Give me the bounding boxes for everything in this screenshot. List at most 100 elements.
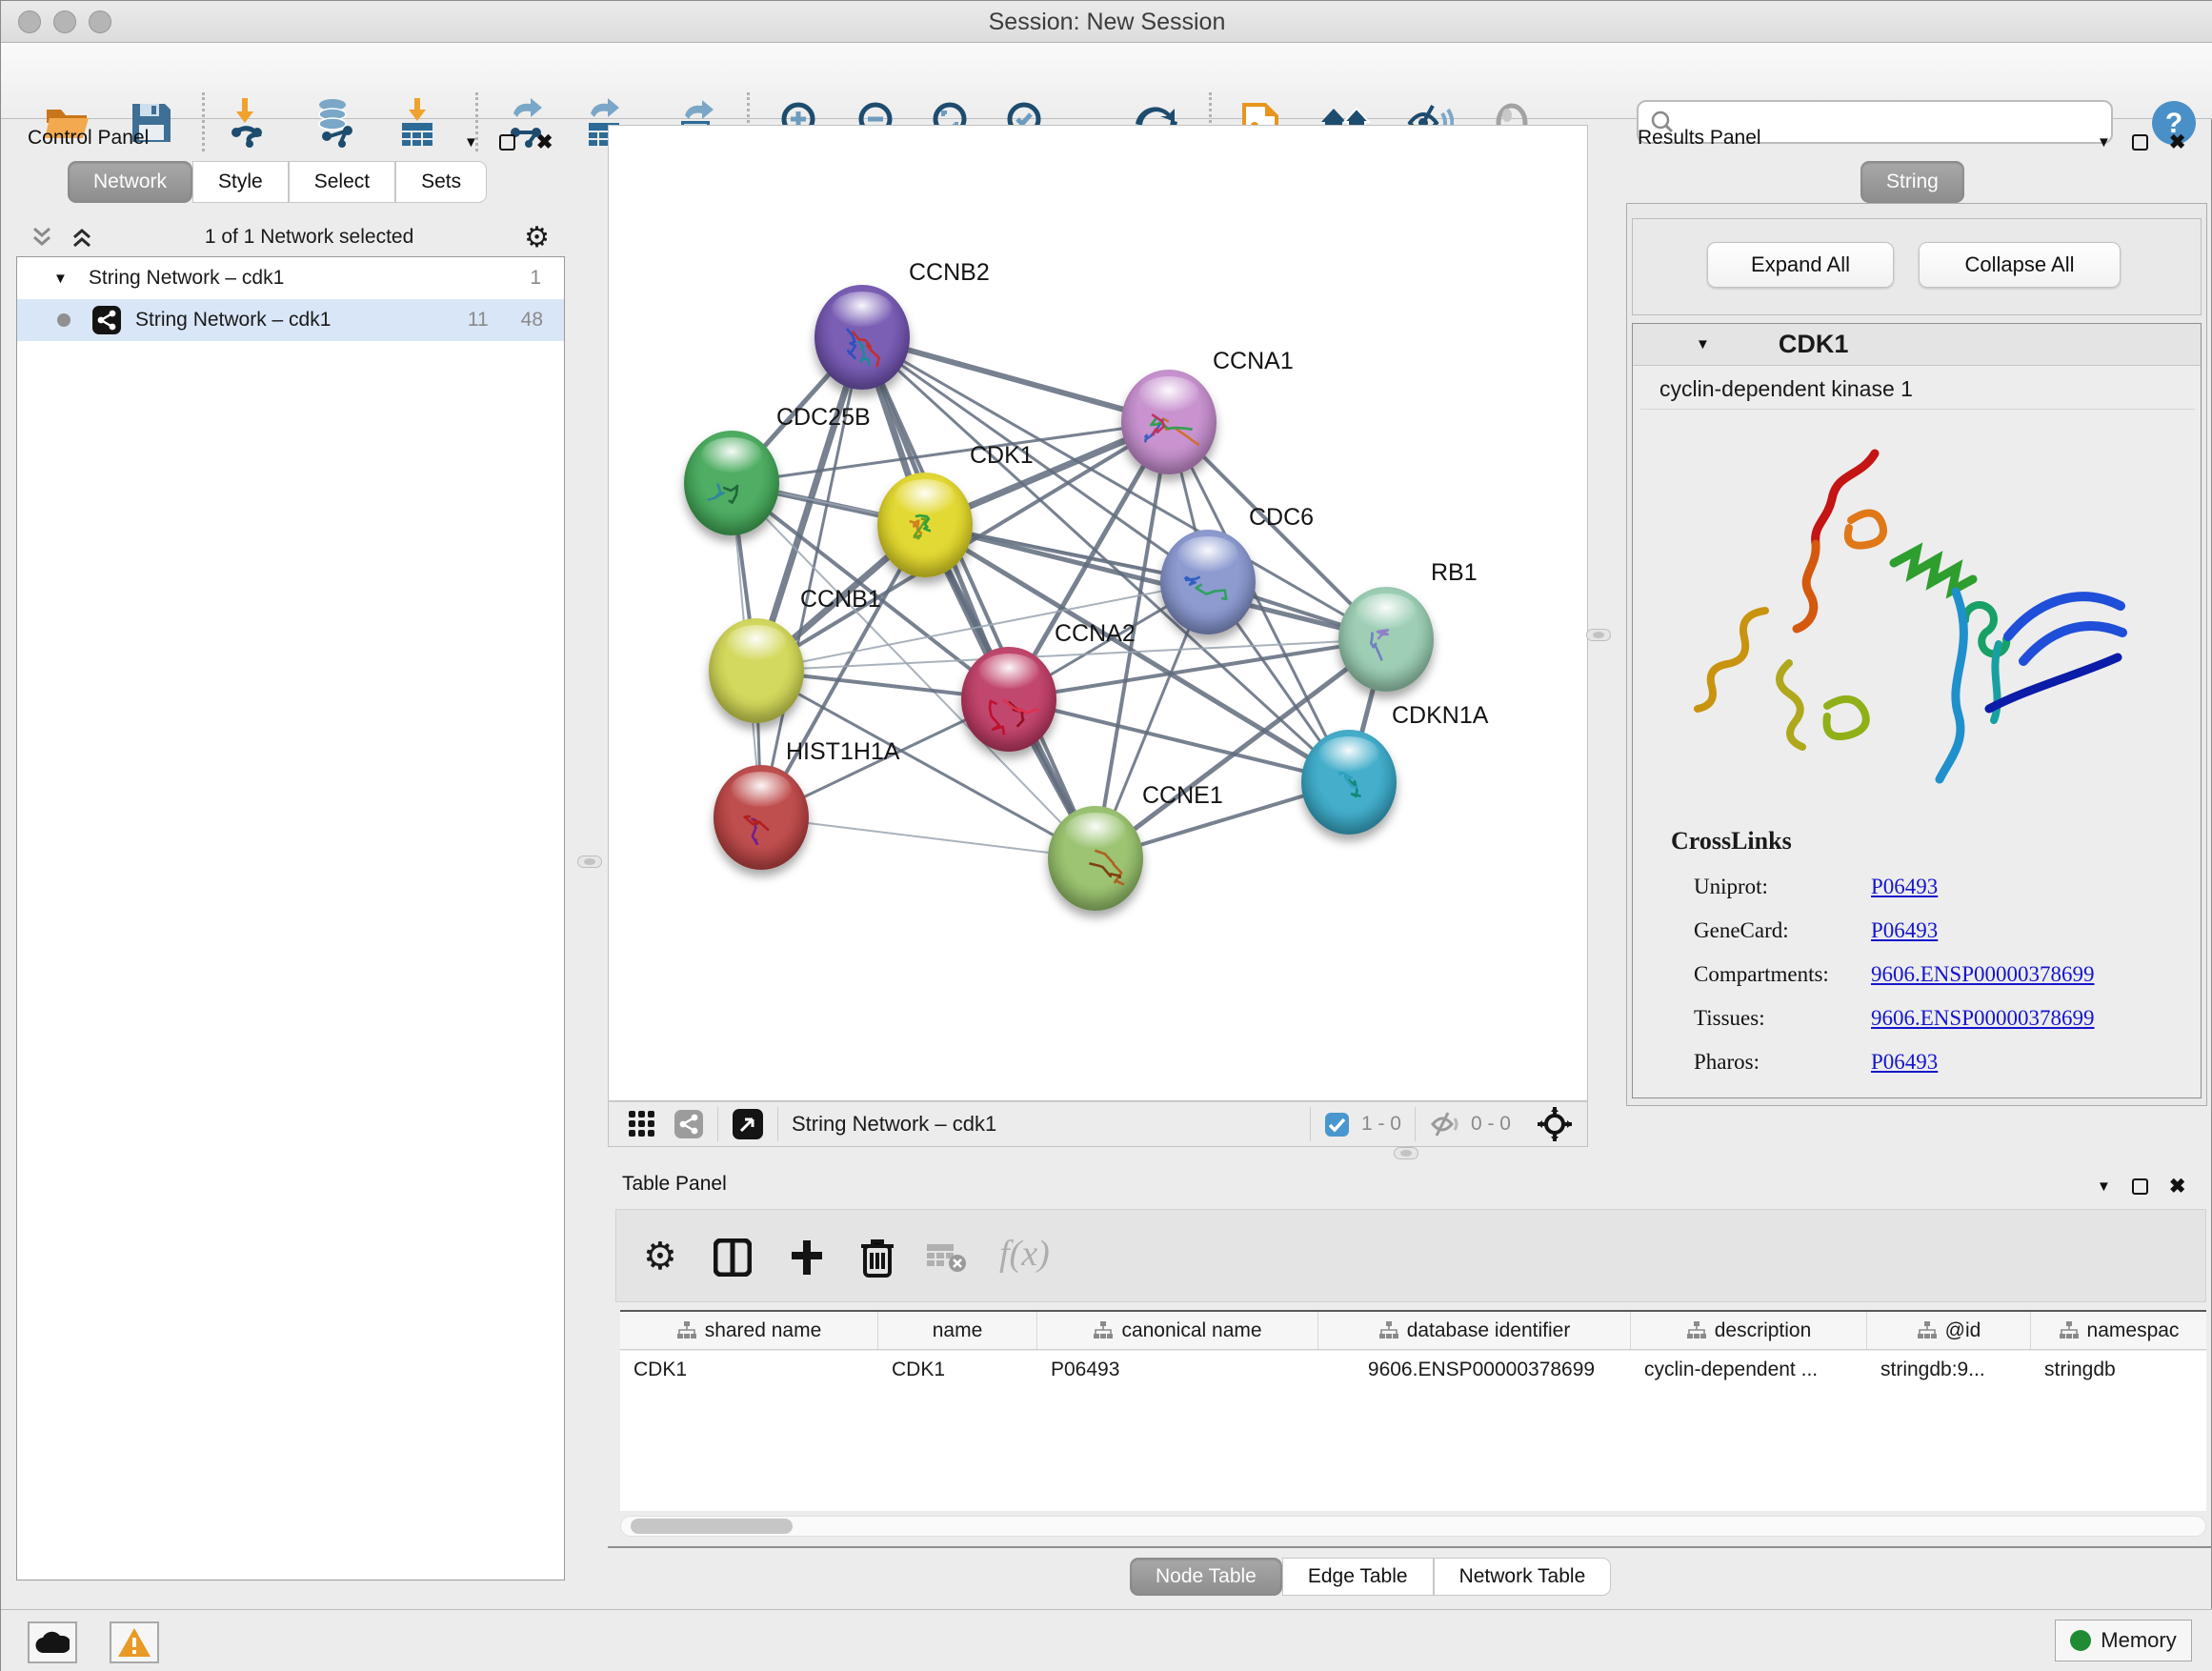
column-label: namespac [2087,1319,2180,1342]
node-label-cdkn1a: CDKN1A [1392,702,1488,730]
selected-checkbox-icon[interactable] [1324,1112,1350,1137]
hidden-eye-icon[interactable] [1429,1111,1461,1137]
warnings-button[interactable] [110,1621,159,1663]
network-node-ccna1[interactable] [1121,370,1217,474]
tab-string-results[interactable]: String [1860,161,1964,203]
hidden-node-edge-counts: 0 - 0 [1471,1113,1511,1136]
tab-edge-table[interactable]: Edge Table [1282,1558,1434,1596]
network-node-cdk1[interactable] [877,473,973,577]
import-table-button[interactable] [391,96,444,150]
close-panel-icon[interactable]: ✖ [2169,131,2186,154]
table-settings-gear-icon[interactable]: ⚙ [643,1235,677,1278]
shared-column-icon [1378,1320,1399,1341]
tab-node-table[interactable]: Node Table [1130,1558,1282,1596]
open-view-icon[interactable] [732,1108,764,1140]
node-label-ccnb2: CCNB2 [909,259,990,287]
table-row[interactable]: CDK1 CDK1 P06493 9606.ENSP00000378699 cy… [620,1351,2206,1389]
column-header[interactable]: canonical name [1037,1312,1318,1349]
import-network-file-button[interactable] [221,96,274,150]
network-node-hist1h1a[interactable] [714,765,809,870]
scrollbar-thumb[interactable] [631,1519,793,1534]
column-header[interactable]: @id [1867,1312,2031,1349]
collapse-all-icon[interactable] [30,225,54,250]
node-structure-squiggle [1065,834,1126,895]
node-label-ccna1: CCNA1 [1213,348,1294,375]
crosslinks-title: CrossLinks [1671,827,1792,856]
column-label: @id [1945,1319,1981,1342]
tab-select[interactable]: Select [289,161,395,203]
add-column-icon[interactable] [788,1238,826,1277]
float-panel-icon[interactable] [2132,1178,2148,1195]
cell-namespace[interactable]: stringdb [2031,1351,2206,1389]
column-header[interactable]: name [878,1312,1037,1349]
grid-view-icon[interactable] [628,1110,656,1138]
memory-button[interactable]: Memory [2055,1620,2192,1661]
network-collection-row[interactable]: ▼ String Network – cdk1 1 [17,257,564,299]
show-columns-icon[interactable] [714,1238,752,1277]
column-header[interactable]: description [1631,1312,1867,1349]
node-structure-squiggle [1138,397,1199,458]
network-node-ccnb2[interactable] [814,285,910,390]
tab-network-table[interactable]: Network Table [1434,1558,1612,1596]
expand-all-icon[interactable] [70,225,94,250]
network-node-ccna2[interactable] [961,647,1056,752]
float-panel-icon[interactable] [2132,134,2148,151]
network-node-cdc6[interactable] [1160,530,1256,634]
import-network-database-button[interactable] [310,96,363,150]
collapse-panel-icon[interactable]: ▼ [464,134,478,151]
expand-collapse-bar: Expand All Collapse All [1632,218,2202,315]
table-horizontal-scrollbar[interactable] [620,1516,2206,1537]
crosslink-label: Uniprot: [1694,875,1871,899]
cell-database-identifier[interactable]: 9606.ENSP00000378699 [1318,1351,1631,1389]
expand-all-button[interactable]: Expand All [1707,242,1894,288]
crosslink-label: GeneCard: [1694,918,1871,943]
delete-column-trash-icon[interactable] [858,1237,896,1278]
database-icon [313,98,359,148]
float-panel-icon[interactable] [499,134,515,151]
crosslink-value[interactable]: 9606.ENSP00000378699 [1871,962,2095,987]
network-row[interactable]: String Network – cdk1 11 48 [17,299,564,341]
collection-expand-icon[interactable]: ▼ [53,271,68,287]
bottom-splitter-grip[interactable] [1394,1147,1418,1159]
network-node-ccne1[interactable] [1048,806,1143,911]
cloud-status-button[interactable] [28,1621,77,1663]
crosslink-row: Compartments: 9606.ENSP00000378699 [1694,953,2189,997]
crosslink-value[interactable]: 9606.ENSP00000378699 [1871,1006,2095,1031]
crosslink-value[interactable]: P06493 [1871,918,1938,943]
tab-style[interactable]: Style [192,161,289,203]
collapse-panel-icon[interactable]: ▼ [2097,134,2111,151]
crosslink-value[interactable]: P06493 [1871,875,1938,899]
cell-shared-name[interactable]: CDK1 [620,1351,878,1389]
left-splitter-grip[interactable] [577,856,602,868]
pan-crosshair-icon[interactable] [1536,1105,1574,1143]
right-splitter-grip[interactable] [1586,629,1611,641]
cdk1-collapse-icon[interactable]: ▼ [1696,336,1710,352]
collapse-panel-icon[interactable]: ▼ [2097,1178,2111,1195]
network-options-gear-icon[interactable]: ⚙ [524,221,550,254]
memory-status-dot [2070,1630,2091,1651]
toolbar-separator [717,1107,718,1141]
column-header[interactable]: namespac [2031,1312,2206,1349]
network-node-cdkn1a[interactable] [1301,730,1397,835]
network-canvas[interactable]: CCNB2CCNA1CDC25BCDK1CDC6RB1CCNB1CCNA2CDK… [608,125,1588,1101]
tab-sets[interactable]: Sets [395,161,487,203]
crosslink-value[interactable]: P06493 [1871,1050,1938,1075]
cell-name[interactable]: CDK1 [878,1351,1037,1389]
close-panel-icon[interactable]: ✖ [536,131,553,154]
network-node-ccnb1[interactable] [709,618,804,723]
column-header[interactable]: shared name [620,1312,878,1349]
network-share-icon [91,305,122,335]
network-birdseye-icon[interactable] [674,1109,704,1139]
cell-canonical-name[interactable]: P06493 [1037,1351,1318,1389]
cell-description[interactable]: cyclin-dependent ... [1631,1351,1867,1389]
tab-network[interactable]: Network [68,161,192,203]
cdk1-card-header[interactable]: ▼ CDK1 [1633,324,2201,366]
node-label-ccna2: CCNA2 [1055,620,1136,648]
column-header[interactable]: database identifier [1318,1312,1631,1349]
network-node-cdc25b[interactable] [684,431,779,535]
close-panel-icon[interactable]: ✖ [2169,1175,2186,1198]
cell-id[interactable]: stringdb:9... [1867,1351,2031,1389]
node-structure-squiggle [1177,557,1238,618]
collapse-all-button[interactable]: Collapse All [1919,242,2121,288]
network-node-rb1[interactable] [1338,587,1434,692]
